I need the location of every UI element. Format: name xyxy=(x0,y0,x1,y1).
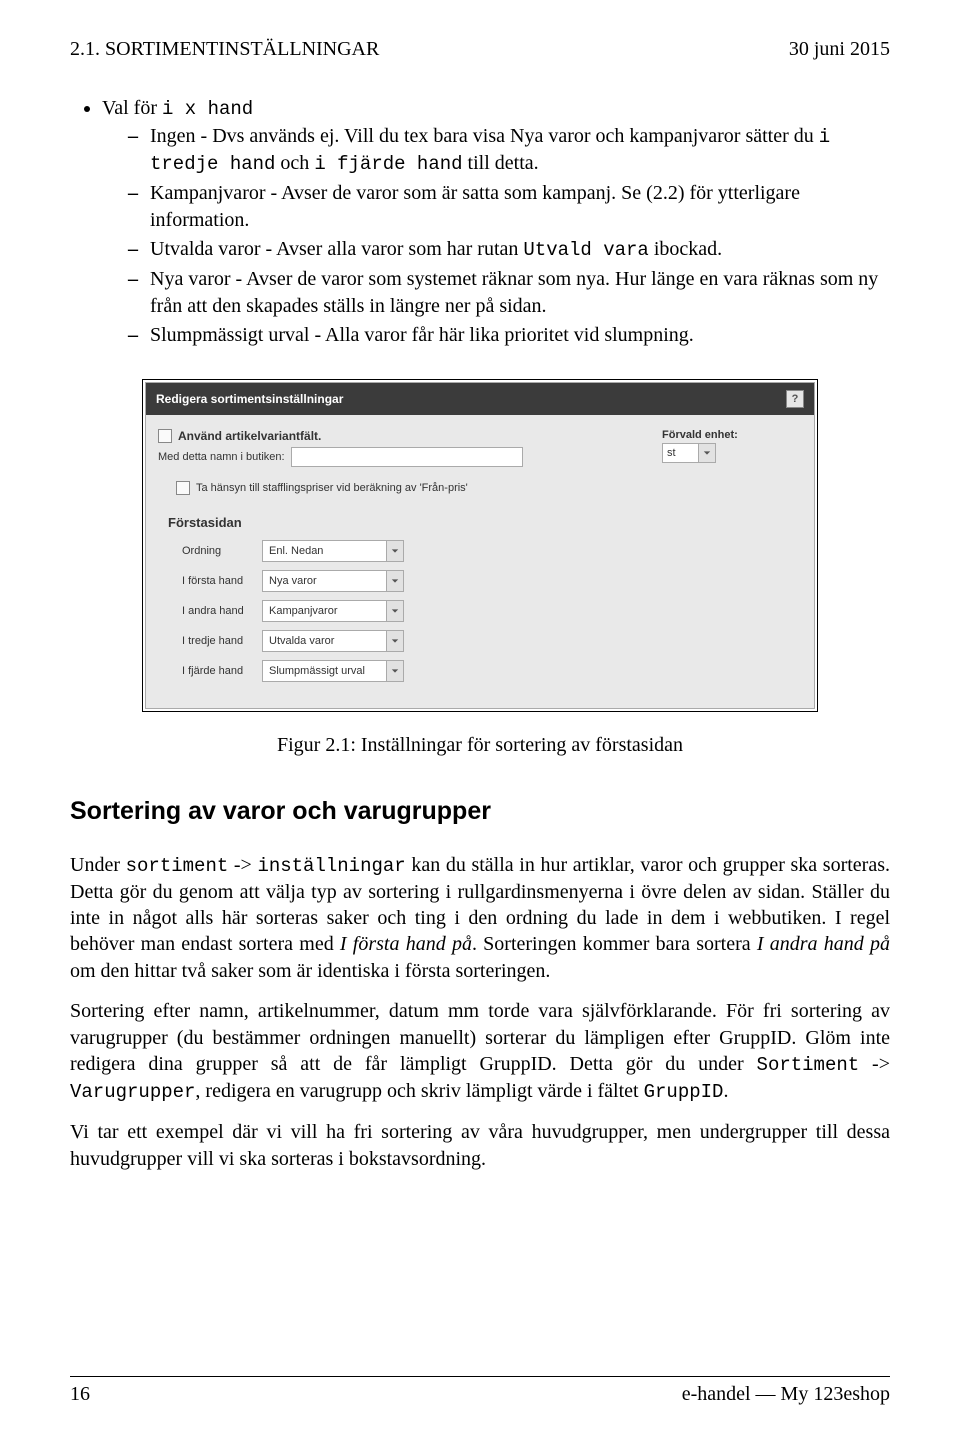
text: . xyxy=(723,1080,728,1102)
checkbox-label: Ta hänsyn till stafflingspriser vid berä… xyxy=(196,482,468,494)
list-item: Kampanjvaror - Avser de varor som är sat… xyxy=(150,180,890,234)
checkbox-variant-field[interactable] xyxy=(158,429,172,443)
text: Under xyxy=(70,854,126,876)
paragraph: Sortering efter namn, artikelnummer, dat… xyxy=(70,998,890,1105)
select-value: Enl. Nedan xyxy=(263,545,386,557)
chevron-down-icon xyxy=(386,661,403,681)
default-unit-select[interactable]: st xyxy=(662,443,716,463)
row-label: I tredje hand xyxy=(182,635,262,647)
list-item: Slumpmässigt urval - Alla varor får här … xyxy=(150,322,890,349)
row-label: Ordning xyxy=(182,545,262,557)
list-item: Nya varor - Avser de varor som systemet … xyxy=(150,266,890,320)
section-heading: Sortering av varor och varugrupper xyxy=(70,797,890,826)
select-value: Slumpmässigt urval xyxy=(263,665,386,677)
fourth-hand-select[interactable]: Slumpmässigt urval xyxy=(262,660,404,682)
chevron-down-icon xyxy=(386,571,403,591)
text: och xyxy=(275,152,314,174)
list-item: Ingen - Dvs används ej. Vill du tex bara… xyxy=(150,123,890,178)
input-label: Med detta namn i butiken: xyxy=(158,451,285,463)
chevron-down-icon xyxy=(698,444,715,462)
third-hand-select[interactable]: Utvalda varor xyxy=(262,630,404,652)
footer-right: e-handel — My 123eshop xyxy=(682,1383,890,1406)
paragraph: Vi tar ett exempel där vi vill ha fri so… xyxy=(70,1119,890,1172)
italic-text: I andra hand på xyxy=(757,933,890,955)
code-text: i fjärde hand xyxy=(314,153,462,175)
code-text: GruppID xyxy=(644,1081,724,1103)
running-head-left: 2.1. SORTIMENTINSTÄLLNINGAR xyxy=(70,38,379,61)
settings-panel: Redigera sortimentsinställningar ? Använ… xyxy=(142,379,818,712)
chevron-down-icon xyxy=(386,601,403,621)
checkbox-label: Använd artikelvariantfält. xyxy=(178,429,321,443)
row-label: I första hand xyxy=(182,575,262,587)
checkbox-staffling[interactable] xyxy=(176,481,190,495)
panel-title: Redigera sortimentsinställningar xyxy=(156,392,343,406)
code-text: Varugrupper xyxy=(70,1081,195,1103)
second-hand-select[interactable]: Kampanjvaror xyxy=(262,600,404,622)
page-number: 16 xyxy=(70,1383,90,1406)
list-item: Utvalda varor - Avser alla varor som har… xyxy=(150,236,890,264)
select-value: Utvalda varor xyxy=(263,635,386,647)
code-text: sortiment xyxy=(126,855,229,877)
list-item: Val för i x hand Ingen - Dvs används ej.… xyxy=(102,95,890,349)
text: om den hittar två saker som är identiska… xyxy=(70,960,550,982)
text: Val för xyxy=(102,97,162,119)
paragraph: Under sortiment -> inställningar kan du … xyxy=(70,852,890,985)
select-value: st xyxy=(663,447,698,459)
text: Ingen - Dvs används ej. Vill du tex bara… xyxy=(150,125,819,147)
code-text: i x hand xyxy=(162,98,253,120)
text: , redigera en varugrupp och skriv lämpli… xyxy=(195,1080,643,1102)
select-value: Nya varor xyxy=(263,575,386,587)
running-head-right: 30 juni 2015 xyxy=(789,38,890,61)
section-title: Förstasidan xyxy=(168,515,802,530)
text: ibockad. xyxy=(649,238,722,260)
first-hand-select[interactable]: Nya varor xyxy=(262,570,404,592)
code-text: Utvald vara xyxy=(523,239,648,261)
help-icon[interactable]: ? xyxy=(786,390,804,408)
text: -> xyxy=(859,1053,890,1075)
row-label: I fjärde hand xyxy=(182,665,262,677)
variant-name-input[interactable] xyxy=(291,447,523,467)
row-label: I andra hand xyxy=(182,605,262,617)
panel-title-bar: Redigera sortimentsinställningar ? xyxy=(146,383,814,415)
code-text: Sortiment xyxy=(757,1054,860,1076)
default-unit-label: Förvald enhet: xyxy=(662,429,802,441)
text: . Sorteringen kommer bara sortera xyxy=(472,933,757,955)
chevron-down-icon xyxy=(386,541,403,561)
code-text: inställningar xyxy=(257,855,405,877)
ordering-select[interactable]: Enl. Nedan xyxy=(262,540,404,562)
figure-caption: Figur 2.1: Inställningar för sortering a… xyxy=(70,734,890,757)
text: till detta. xyxy=(463,152,539,174)
chevron-down-icon xyxy=(386,631,403,651)
select-value: Kampanjvaror xyxy=(263,605,386,617)
text: Utvalda varor - Avser alla varor som har… xyxy=(150,238,523,260)
italic-text: I första hand på xyxy=(340,933,472,955)
text: -> xyxy=(228,854,257,876)
